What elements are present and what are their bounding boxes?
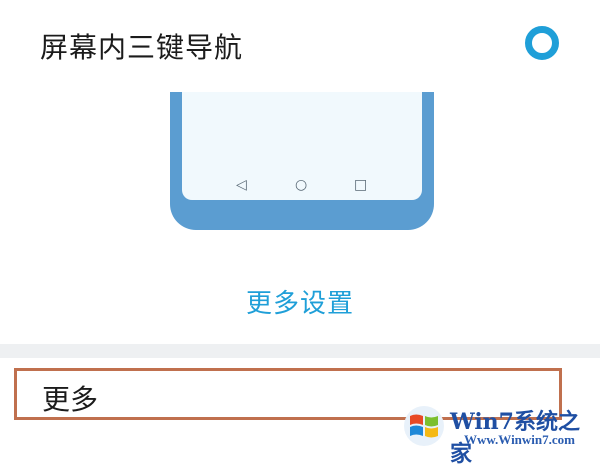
- more-label: 更多: [42, 383, 99, 416]
- nav-preview-illustration: ◁ ○ □: [170, 92, 434, 230]
- back-icon: ◁: [236, 177, 247, 193]
- navigation-option-card: 屏幕内三键导航 ◁ ○ □ 更多设置: [0, 0, 600, 344]
- more-settings-link[interactable]: 更多设置: [0, 283, 600, 320]
- watermark: Win7系统之家 Www.Winwin7.com: [402, 402, 598, 467]
- home-icon: ○: [295, 177, 308, 193]
- radio-selected[interactable]: [525, 26, 559, 60]
- phone-screen: ◁ ○ □: [182, 92, 422, 200]
- recents-icon: □: [354, 177, 368, 193]
- option-title: 屏幕内三键导航: [40, 31, 244, 64]
- section-divider: [0, 344, 600, 358]
- windows-logo-icon: [404, 406, 444, 446]
- watermark-url: Www.Winwin7.com: [464, 432, 575, 447]
